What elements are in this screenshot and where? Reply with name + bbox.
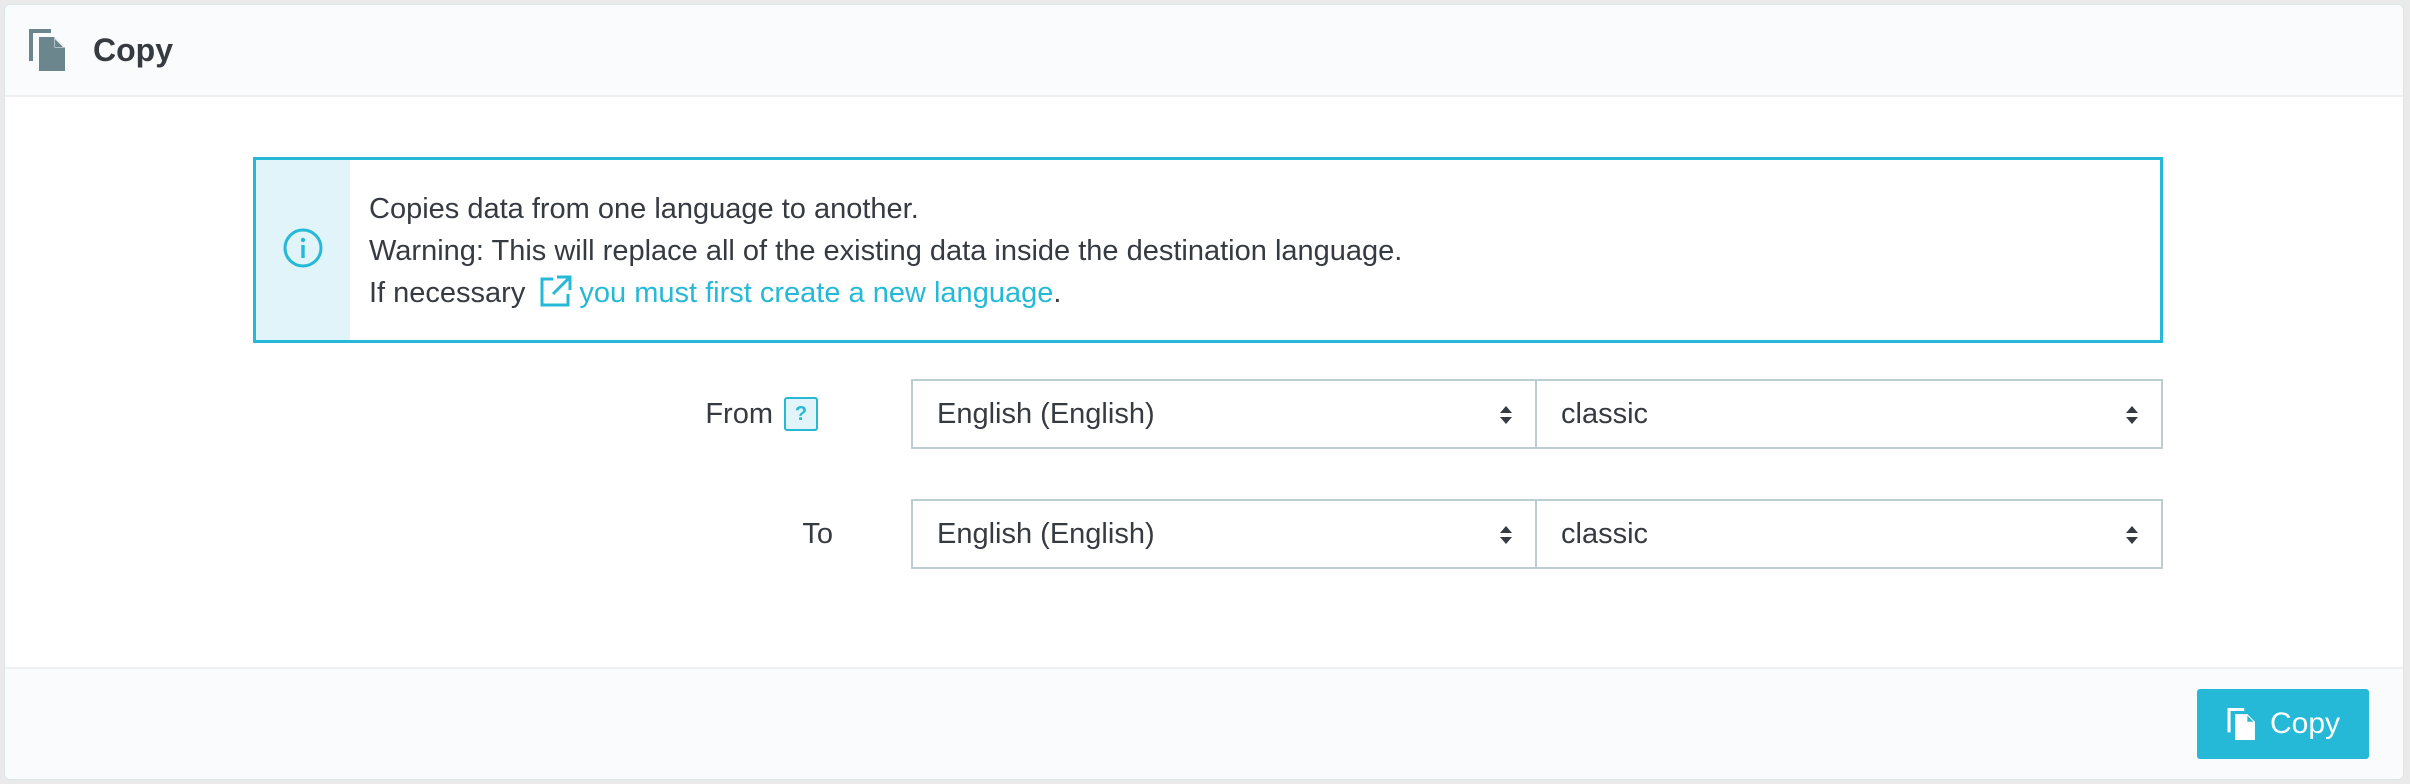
panel-heading: Copy [5,5,2403,97]
copy-icon [27,25,73,75]
create-language-link[interactable]: you must first create a new language [533,275,1054,309]
panel-title: Copy [93,31,173,68]
info-alert: Copies data from one language to another… [253,157,2163,343]
info-icon [282,227,324,274]
alert-line-3-suffix: . [1053,277,1062,309]
alert-text: Copies data from one language to another… [350,160,1402,340]
select-arrows-icon [2126,526,2138,544]
alert-line-3-prefix: If necessary [369,277,534,309]
to-row: To English (English) classic [5,499,2403,569]
alert-icon-column [256,160,350,340]
panel-footer: Copy [5,667,2403,779]
copy-panel: Copy Copies data from one language to an… [4,4,2404,780]
select-arrows-icon [1500,526,1512,544]
select-arrows-icon [2126,406,2138,424]
help-icon[interactable]: ? [784,397,818,431]
from-label: From [705,398,773,430]
create-language-link-text: you must first create a new language [579,277,1054,309]
to-language-select[interactable]: English (English) [911,499,1537,569]
alert-line-3: If necessary you must first create a new… [369,272,1402,322]
copy-icon [2226,706,2258,742]
from-language-value: English (English) [937,398,1155,430]
copy-button[interactable]: Copy [2197,689,2369,759]
alert-line-1: Copies data from one language to another… [369,193,919,225]
copy-button-label: Copy [2269,707,2341,740]
to-language-value: English (English) [937,518,1155,550]
from-language-select[interactable]: English (English) [911,379,1537,449]
to-theme-value: classic [1561,518,1649,550]
external-link-icon [537,274,573,322]
select-arrows-icon [1500,406,1512,424]
from-theme-value: classic [1561,398,1649,430]
to-label: To [802,518,833,550]
from-row: From ? English (English) classic [5,379,2403,449]
alert-line-2: Warning: This will replace all of the ex… [369,235,1403,267]
from-theme-select[interactable]: classic [1535,379,2163,449]
to-theme-select[interactable]: classic [1535,499,2163,569]
